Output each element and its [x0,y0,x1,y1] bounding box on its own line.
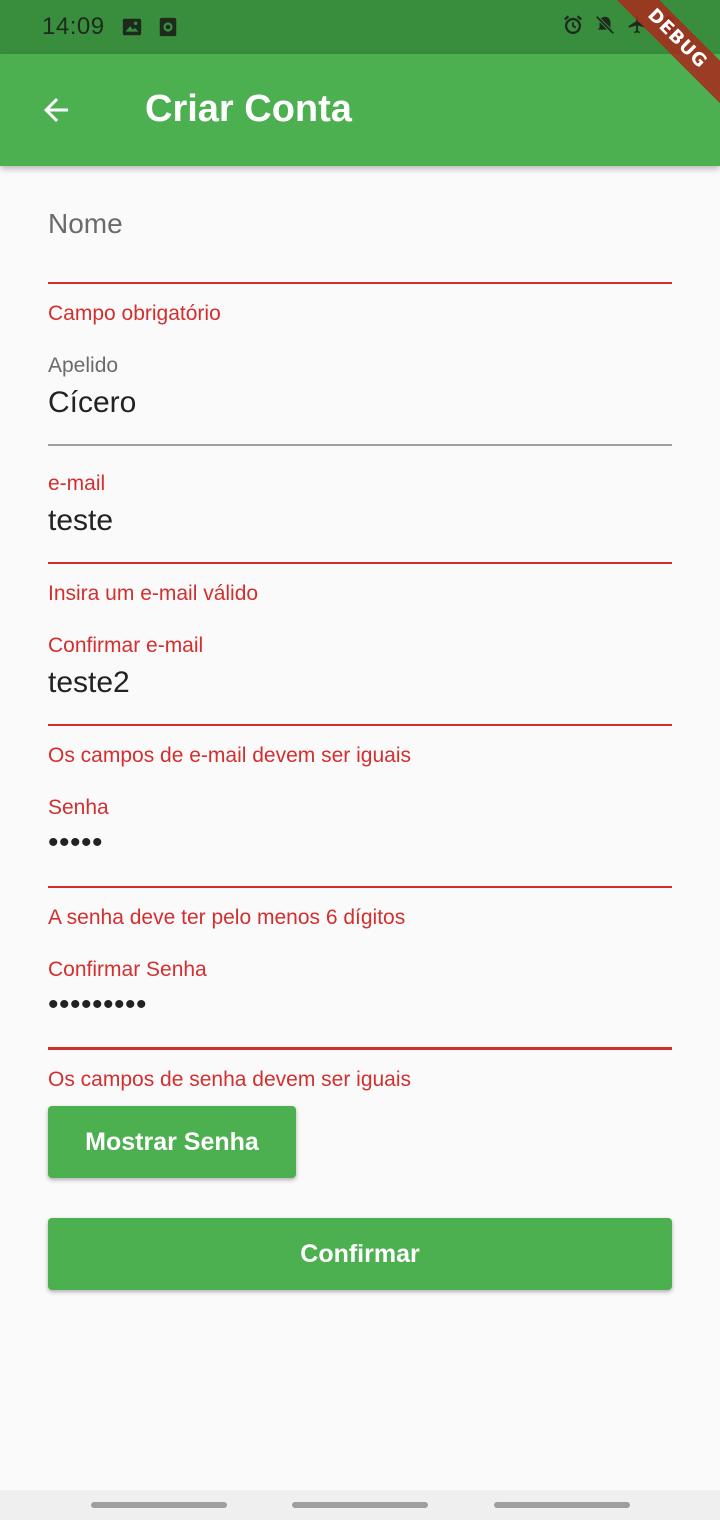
apelido-underline [48,444,672,446]
senha-error: A senha deve ter pelo menos 6 dígitos [48,906,406,929]
confirm-email-input[interactable]: teste2 [48,666,130,699]
confirm-email-underline [48,724,672,726]
senha-underline [48,886,672,888]
senha-value-wrap: ••••• [48,826,103,860]
senha-label: Senha [48,796,109,819]
system-nav-bar [0,1490,720,1520]
email-error: Insira um e-mail válido [48,582,259,605]
apelido-input[interactable]: Cícero [48,386,136,419]
nav-recent-handle[interactable] [91,1502,227,1508]
confirm-senha-error: Os campos de senha devem ser iguais [48,1068,412,1091]
back-button[interactable] [28,82,84,138]
confirm-senha-value-wrap: ••••••••• [48,988,147,1022]
email-underline [48,562,672,564]
status-time: 14:09 [42,13,105,40]
nav-home-handle[interactable] [292,1502,428,1508]
email-input[interactable]: teste [48,504,113,537]
show-password-button[interactable]: Mostrar Senha [48,1106,296,1178]
image-icon [122,18,141,36]
page-title: Criar Conta [145,88,352,130]
confirm-senha-input[interactable]: ••••••••• [48,988,147,1021]
app-bar: Criar Conta [0,54,720,166]
confirm-button[interactable]: Confirmar [48,1218,672,1290]
senha-input[interactable]: ••••• [48,826,103,859]
mute-icon [595,15,615,35]
record-icon [159,17,176,37]
apelido-label: Apelido [48,354,119,377]
status-bar: 14:09 [0,0,720,54]
nome-error: Campo obrigatório [48,302,221,325]
nav-back-handle[interactable] [494,1502,630,1508]
confirm-email-value-wrap: teste2 [48,666,130,700]
apelido-value-wrap: Cícero [48,386,136,420]
nome-placeholder: Nome [48,208,123,239]
confirm-email-error: Os campos de e-mail devem ser iguais [48,744,411,767]
email-value-wrap: teste [48,504,113,538]
arrow-left-icon [44,98,68,122]
confirm-senha-underline [48,1047,672,1050]
email-label: e-mail [48,472,106,495]
confirm-senha-label: Confirmar Senha [48,958,207,981]
confirm-email-label: Confirmar e-mail [48,634,204,657]
nome-underline [48,282,672,284]
alarm-icon [563,15,583,34]
status-icons-left [121,16,179,38]
